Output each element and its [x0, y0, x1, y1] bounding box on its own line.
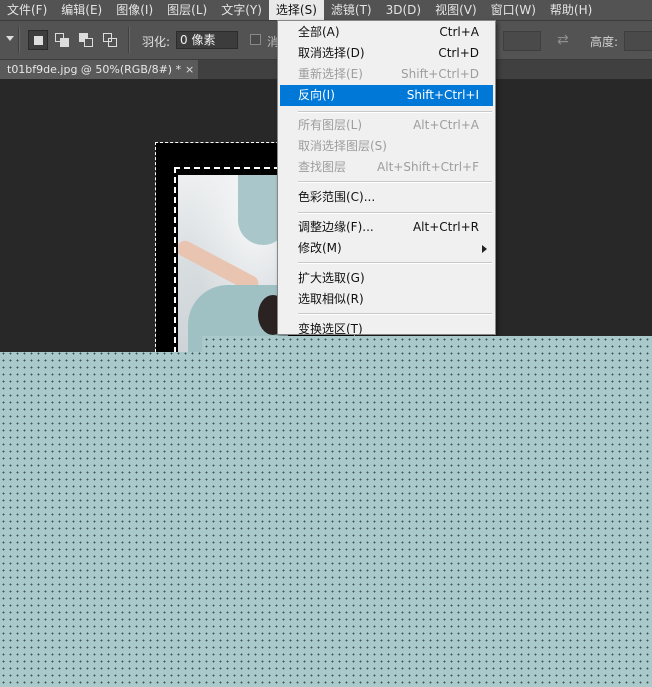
selection-marquee-inner	[174, 167, 290, 363]
menu-bar: 文件(F) 编辑(E) 图像(I) 图层(L) 文字(Y) 选择(S) 滤镜(T…	[0, 0, 652, 21]
menu-view[interactable]: 视图(V)	[428, 0, 484, 20]
height-input[interactable]	[624, 31, 652, 51]
menu-item-color-range[interactable]: 色彩范围(C)...	[280, 187, 493, 208]
submenu-arrow-icon	[482, 245, 487, 253]
menu-item-label: 查找图层	[298, 160, 347, 174]
feather-label: 羽化:	[142, 35, 171, 49]
menu-item-inverse[interactable]: 反向(I) Shift+Ctrl+I	[280, 85, 493, 106]
menu-item-label: 取消选择(D)	[298, 46, 365, 60]
menu-window[interactable]: 窗口(W)	[484, 0, 543, 20]
feather-input[interactable]: 0 像素	[176, 31, 238, 49]
menu-item-shortcut: Ctrl+A	[439, 25, 479, 39]
menu-separator	[298, 313, 492, 315]
antialias-checkbox[interactable]	[250, 34, 261, 45]
menu-item-label: 色彩范围(C)...	[298, 190, 376, 204]
tool-preset-dropdown-icon[interactable]	[6, 36, 14, 41]
menu-item-label: 变换选区(T)	[298, 322, 363, 335]
menu-item-all-layers[interactable]: 所有图层(L) Alt+Ctrl+A	[280, 115, 493, 136]
document-tab[interactable]: t01bf9de.jpg @ 50%(RGB/8#) * ×	[0, 60, 198, 79]
menu-item-shortcut: Alt+Ctrl+A	[413, 118, 479, 132]
width-input[interactable]	[503, 31, 541, 51]
menu-item-modify[interactable]: 修改(M)	[280, 238, 493, 259]
menu-item-label: 全部(A)	[298, 25, 340, 39]
swap-width-height-icon[interactable]: ⇄	[557, 32, 573, 48]
intersect-selection-icon-part	[108, 38, 117, 47]
subtract-from-selection-button[interactable]	[76, 30, 96, 50]
menu-item-grow[interactable]: 扩大选取(G)	[280, 268, 493, 289]
new-selection-button[interactable]	[28, 30, 48, 50]
menu-item-deselect[interactable]: 取消选择(D) Ctrl+D	[280, 43, 493, 64]
height-label: 高度:	[590, 35, 619, 49]
menu-layer[interactable]: 图层(L)	[160, 0, 214, 20]
menu-3d[interactable]: 3D(D)	[379, 0, 428, 20]
menu-separator	[298, 212, 492, 214]
menu-edit[interactable]: 编辑(E)	[54, 0, 109, 20]
select-menu-dropdown: 全部(A) Ctrl+A 取消选择(D) Ctrl+D 重新选择(E) Shif…	[277, 20, 496, 335]
menu-item-label: 重新选择(E)	[298, 67, 363, 81]
add-selection-icon-part	[60, 38, 69, 47]
new-selection-icon	[34, 36, 43, 45]
menu-item-label: 反向(I)	[298, 88, 335, 102]
menu-help[interactable]: 帮助(H)	[543, 0, 599, 20]
menu-item-transform-selection[interactable]: 变换选区(T)	[280, 319, 493, 335]
menu-item-shortcut: Ctrl+D	[438, 46, 479, 60]
menu-filter[interactable]: 滤镜(T)	[324, 0, 379, 20]
subtract-selection-icon-part	[84, 38, 93, 47]
menu-item-label: 选取相似(R)	[298, 292, 364, 306]
document-tab-title: t01bf9de.jpg @ 50%(RGB/8#) *	[7, 63, 182, 76]
menu-file[interactable]: 文件(F)	[0, 0, 54, 20]
menu-item-similar[interactable]: 选取相似(R)	[280, 289, 493, 310]
menu-item-refine-edge[interactable]: 调整边缘(F)... Alt+Ctrl+R	[280, 217, 493, 238]
menu-select[interactable]: 选择(S)	[268, 0, 324, 20]
menu-item-label: 所有图层(L)	[298, 118, 363, 132]
close-icon[interactable]: ×	[185, 60, 194, 79]
intersect-selection-button[interactable]	[100, 30, 120, 50]
menu-separator	[298, 181, 492, 183]
menu-item-select-all[interactable]: 全部(A) Ctrl+A	[280, 22, 493, 43]
add-to-selection-button[interactable]	[52, 30, 72, 50]
menu-item-label: 扩大选取(G)	[298, 271, 365, 285]
divider	[128, 27, 130, 53]
menu-item-shortcut: Alt+Shift+Ctrl+F	[377, 160, 479, 174]
menu-type[interactable]: 文字(Y)	[214, 0, 269, 20]
menu-item-shortcut: Alt+Ctrl+R	[412, 220, 479, 234]
menu-separator	[298, 262, 492, 264]
menu-image[interactable]: 图像(I)	[109, 0, 160, 20]
menu-item-label: 调整边缘(F)...	[298, 220, 374, 234]
divider	[18, 27, 20, 53]
menu-item-reselect[interactable]: 重新选择(E) Shift+Ctrl+D	[280, 64, 493, 85]
menu-item-deselect-layers[interactable]: 取消选择图层(S)	[280, 136, 493, 157]
menu-item-find-layers[interactable]: 查找图层 Alt+Shift+Ctrl+F	[280, 157, 493, 178]
menu-item-shortcut: Shift+Ctrl+D	[401, 67, 479, 81]
menu-separator	[298, 111, 492, 113]
menu-item-shortcut: Shift+Ctrl+I	[406, 88, 479, 102]
menu-item-label: 修改(M)	[298, 241, 342, 255]
menu-item-label: 取消选择图层(S)	[298, 139, 387, 153]
